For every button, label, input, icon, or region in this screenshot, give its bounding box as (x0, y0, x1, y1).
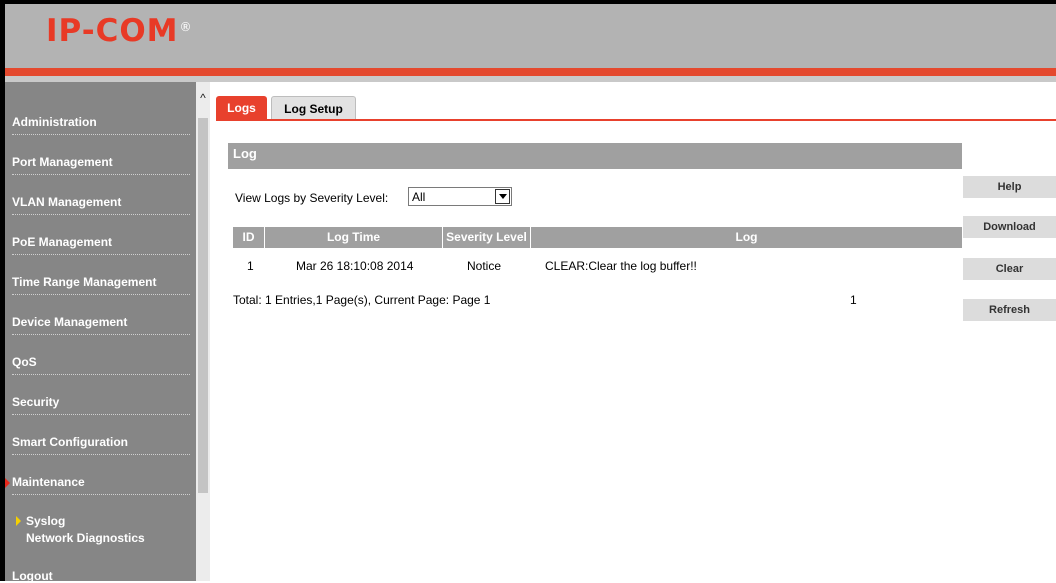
help-button[interactable]: Help (963, 176, 1056, 198)
tab-underline (216, 119, 1056, 121)
sidebar-item-security[interactable]: Security (12, 375, 190, 415)
ip-com-logo: IP-COM® (46, 13, 193, 49)
sidebar-item-administration[interactable]: Administration (12, 95, 190, 135)
severity-filter-label: View Logs by Severity Level: (235, 191, 389, 205)
column-header-log: Log (531, 227, 962, 248)
page-link[interactable]: 1 (850, 293, 857, 307)
scrollbar-thumb[interactable] (198, 118, 208, 493)
sidebar-item-time-range-management[interactable]: Time Range Management (12, 255, 190, 295)
sidebar-item-device-management[interactable]: Device Management (12, 295, 190, 335)
tab-log-setup[interactable]: Log Setup (271, 96, 356, 120)
sidebar-item-smart-configuration[interactable]: Smart Configuration (12, 415, 190, 455)
panel-title: Log (228, 143, 962, 169)
sidebar-item-maintenance[interactable]: Maintenance (4, 455, 190, 495)
submenu-item-syslog[interactable]: Syslog (16, 514, 65, 528)
tab-logs[interactable]: Logs (216, 96, 267, 120)
submenu-item-network-diagnostics[interactable]: Network Diagnostics (26, 531, 145, 545)
cell-id: 1 (247, 259, 254, 273)
column-header-log-time: Log Time (265, 227, 443, 248)
cell-log-time: Mar 26 18:10:08 2014 (296, 259, 414, 273)
cell-log-message: CLEAR:Clear the log buffer!! (545, 259, 697, 273)
column-header-id: ID (233, 227, 265, 248)
top-header: IP-COM® (0, 0, 1056, 68)
active-page-arrow-icon (16, 515, 21, 526)
download-button[interactable]: Download (963, 216, 1056, 238)
sidebar-item-poe-management[interactable]: PoE Management (12, 215, 190, 255)
sidebar-item-qos[interactable]: QoS (12, 335, 190, 375)
sidebar: Administration Port Management VLAN Mana… (0, 82, 196, 583)
scroll-up-icon[interactable]: ^ (196, 91, 210, 105)
chevron-down-icon[interactable] (495, 189, 510, 204)
pagination-summary: Total: 1 Entries,1 Page(s), Current Page… (233, 293, 491, 307)
refresh-button[interactable]: Refresh (963, 299, 1056, 321)
column-header-severity-level: Severity Level (443, 227, 531, 248)
clear-button[interactable]: Clear (963, 258, 1056, 280)
header-red-bar (0, 68, 1056, 76)
sidebar-item-port-management[interactable]: Port Management (12, 135, 190, 175)
active-section-marker-icon (4, 477, 10, 489)
sidebar-item-vlan-management[interactable]: VLAN Management (12, 175, 190, 215)
cell-severity: Notice (467, 259, 502, 273)
severity-select-value: All (412, 190, 426, 204)
severity-level-select[interactable]: All (408, 187, 512, 206)
